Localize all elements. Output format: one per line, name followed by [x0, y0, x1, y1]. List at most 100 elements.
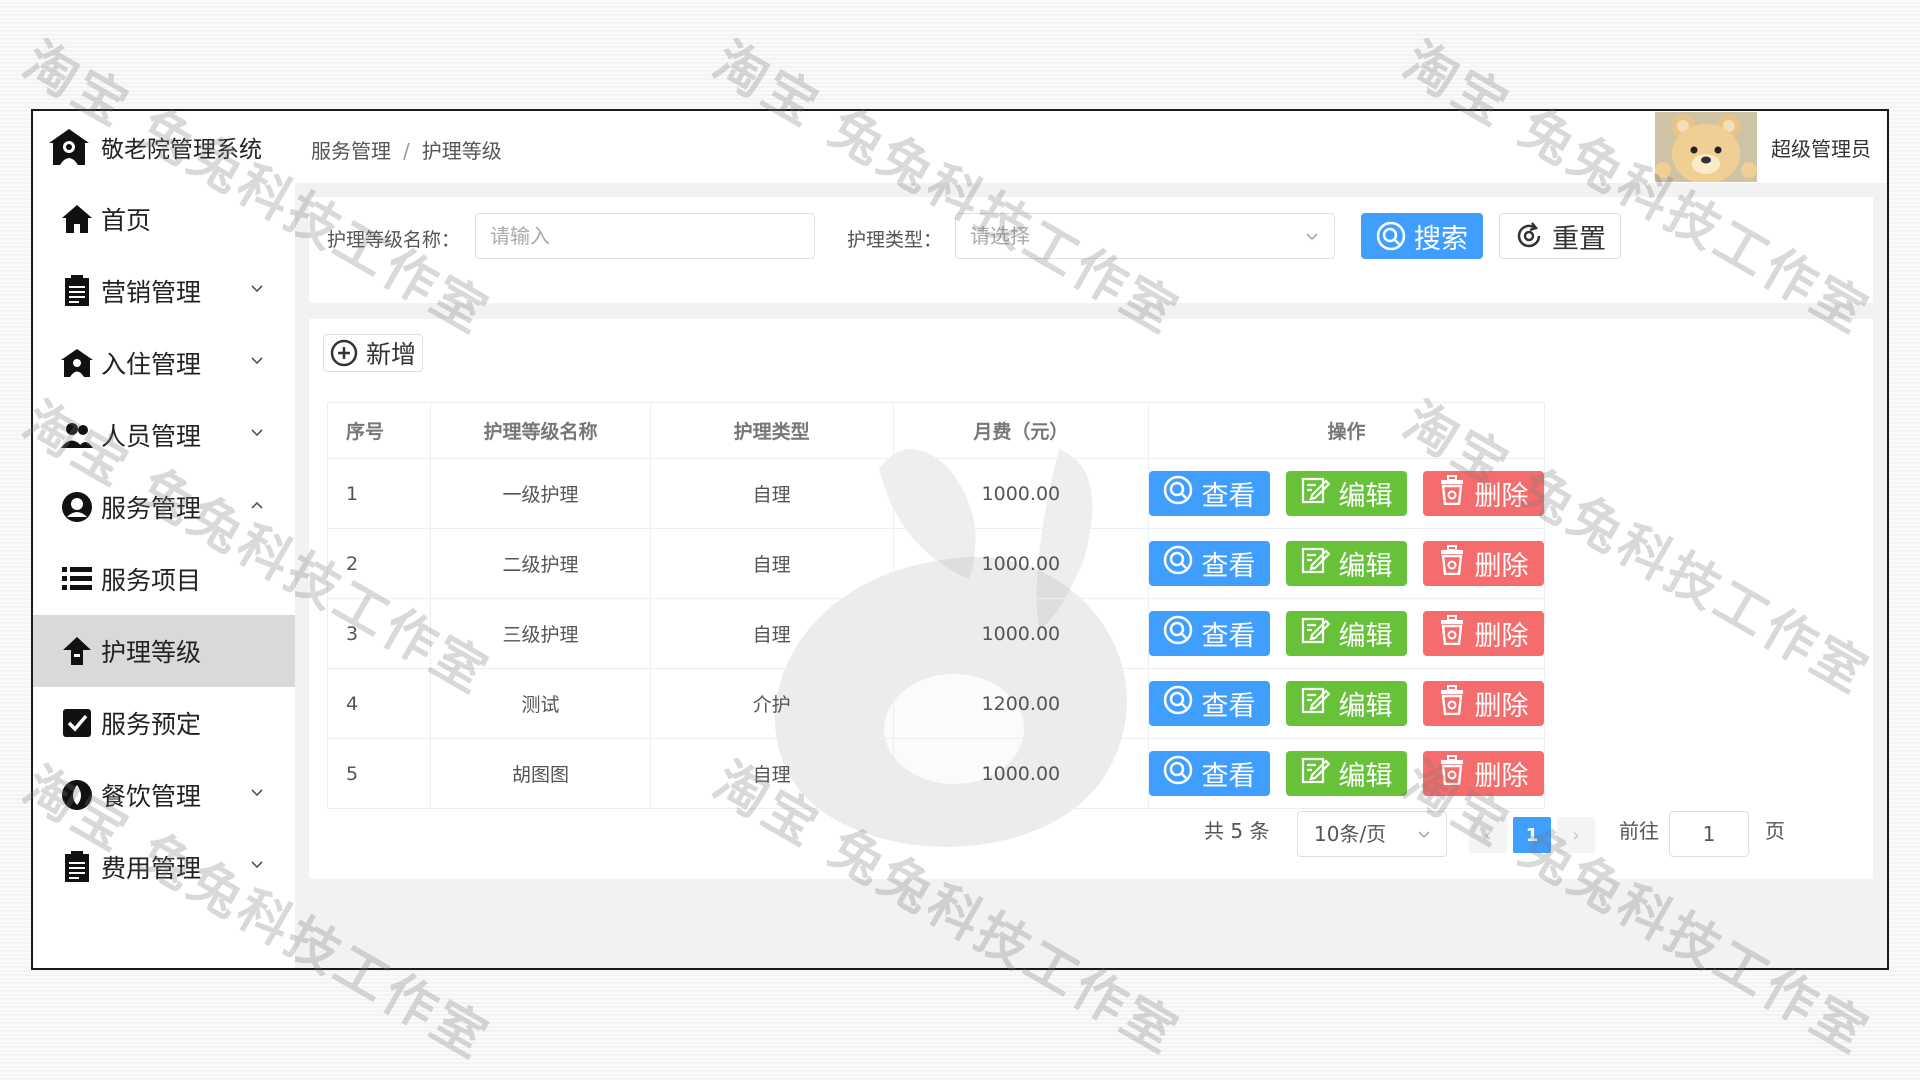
page-size-select[interactable]: 10条/页	[1297, 811, 1447, 857]
sidebar-item-catering[interactable]: 餐饮管理	[33, 759, 295, 831]
cell-care-level-name: 三级护理	[430, 598, 651, 669]
sidebar-item-service[interactable]: 服务管理	[33, 471, 295, 543]
sidebar-item-checkin[interactable]: 入住管理	[33, 327, 295, 399]
sidebar-item-label: 餐饮管理	[101, 782, 202, 811]
app-title: 敬老院管理系统	[101, 137, 262, 163]
care-level-name-input[interactable]: 请输入	[475, 213, 815, 259]
care-level-name-label: 护理等级名称：	[327, 229, 461, 251]
sidebar-item-label: 护理等级	[101, 638, 202, 667]
search-button[interactable]: 搜索	[1361, 213, 1483, 259]
total-count: 共 5 条	[1204, 819, 1270, 843]
sidebar-item-fees[interactable]: 费用管理	[33, 831, 295, 903]
home-icon	[59, 201, 95, 237]
sidebar-item-home[interactable]: 首页	[33, 183, 295, 255]
column-header-type: 护理类型	[650, 402, 894, 459]
care-level-name-placeholder: 请输入	[490, 224, 550, 248]
breadcrumb-item-service[interactable]: 服务管理	[311, 139, 391, 163]
cell-actions: 查看 编辑 删除	[1148, 738, 1546, 809]
page-number-current[interactable]: 1	[1513, 817, 1551, 853]
edit-button[interactable]: 编辑	[1285, 471, 1407, 516]
edit-button[interactable]: 编辑	[1285, 541, 1407, 586]
care-level-table: 序号 护理等级名称 护理类型 月费（元） 操作 1 一级护理 自理 1000.00 查看…	[327, 402, 1546, 809]
breadcrumb-item-current: 护理等级	[421, 139, 502, 163]
goto-page-input[interactable]: 1	[1669, 811, 1749, 857]
reset-button[interactable]: 重置	[1499, 213, 1621, 259]
list-icon	[59, 561, 95, 597]
care-type-label: 护理类型：	[847, 229, 943, 251]
cell-monthly-fee: 1000.00	[893, 738, 1149, 809]
cell-index: 5	[327, 738, 432, 809]
user-menu[interactable]: 超级管理员	[1655, 111, 1871, 183]
sidebar-item-label: 人员管理	[101, 422, 202, 451]
plus-circle-icon	[330, 339, 358, 367]
view-button[interactable]: 查看	[1148, 471, 1270, 516]
clipboard-icon	[59, 273, 95, 309]
prev-page-button[interactable]: ‹	[1469, 817, 1507, 853]
cell-care-type: 自理	[650, 738, 894, 809]
main-area: 服务管理 / 护理等级 超级管理员 护理等级名称： 请输入 护理类型： 请选择 …	[295, 111, 1887, 968]
nursing-home-logo-icon	[47, 127, 91, 167]
delete-button-label: 删除	[1474, 621, 1529, 652]
care-type-select[interactable]: 请选择	[955, 213, 1335, 259]
cell-care-level-name: 胡图图	[430, 738, 651, 809]
cell-care-type: 自理	[650, 528, 894, 599]
edit-icon	[1300, 545, 1338, 582]
sidebar-item-staff[interactable]: 人员管理	[33, 399, 295, 471]
edit-icon	[1300, 685, 1338, 722]
view-button[interactable]: 查看	[1148, 751, 1270, 796]
user-name: 超级管理员	[1771, 136, 1871, 161]
delete-button[interactable]: 删除	[1422, 541, 1544, 586]
cell-monthly-fee: 1000.00	[893, 598, 1149, 669]
brand[interactable]: 敬老院管理系统	[33, 111, 295, 183]
edit-button[interactable]: 编辑	[1285, 751, 1407, 796]
search-panel: 护理等级名称： 请输入 护理类型： 请选择 搜索 重置	[309, 197, 1873, 303]
sidebar-item-label: 首页	[101, 206, 152, 235]
add-button[interactable]: 新增	[323, 334, 423, 372]
delete-button[interactable]: 删除	[1422, 751, 1544, 796]
edit-button[interactable]: 编辑	[1285, 681, 1407, 726]
delete-button[interactable]: 删除	[1422, 471, 1544, 516]
edit-button-label: 编辑	[1338, 691, 1393, 722]
view-button[interactable]: 查看	[1148, 681, 1270, 726]
breadcrumb: 服务管理 / 护理等级	[311, 135, 502, 164]
view-icon	[1163, 475, 1201, 512]
sidebar-item-booking[interactable]: 服务预定	[33, 687, 295, 759]
delete-button[interactable]: 删除	[1422, 611, 1544, 656]
edit-button[interactable]: 编辑	[1285, 611, 1407, 656]
chevron-down-icon	[1306, 233, 1318, 241]
chevron-down-icon	[251, 429, 263, 437]
edit-icon	[1300, 615, 1338, 652]
sidebar-item-care-level[interactable]: 护理等级	[33, 615, 295, 687]
cell-monthly-fee: 1000.00	[893, 458, 1149, 529]
column-header-name: 护理等级名称	[430, 402, 651, 459]
cell-actions: 查看 编辑 删除	[1148, 458, 1546, 529]
edit-button-label: 编辑	[1338, 551, 1393, 582]
building-icon	[59, 345, 95, 381]
cell-care-level-name: 测试	[430, 668, 651, 739]
view-button-label: 查看	[1201, 481, 1256, 512]
next-page-button[interactable]: ›	[1557, 817, 1595, 853]
chevron-down-icon	[251, 285, 263, 293]
delete-button[interactable]: 删除	[1422, 681, 1544, 726]
service-icon	[59, 489, 95, 525]
cell-index: 1	[327, 458, 432, 529]
sidebar-item-marketing[interactable]: 营销管理	[33, 255, 295, 327]
table-row: 3 三级护理 自理 1000.00 查看 编辑 删除	[327, 598, 1546, 669]
avatar[interactable]	[1655, 112, 1757, 182]
view-button[interactable]: 查看	[1148, 541, 1270, 586]
sidebar-item-service-items[interactable]: 服务项目	[33, 543, 295, 615]
sidebar: 敬老院管理系统 首页 营销管理 入住管理 人员管理 服务管理 服务项目 护理等级…	[33, 111, 295, 968]
view-button[interactable]: 查看	[1148, 611, 1270, 656]
cell-index: 4	[327, 668, 432, 739]
sidebar-item-label: 营销管理	[101, 278, 202, 307]
view-button-label: 查看	[1201, 621, 1256, 652]
column-header-fee: 月费（元）	[893, 402, 1149, 459]
teddy-bear-avatar-icon	[1655, 112, 1757, 182]
cell-actions: 查看 编辑 删除	[1148, 528, 1546, 599]
trash-icon	[1438, 755, 1474, 792]
cell-care-type: 自理	[650, 458, 894, 529]
cell-actions: 查看 编辑 删除	[1148, 668, 1546, 739]
chevron-down-icon	[251, 789, 263, 797]
delete-button-label: 删除	[1474, 481, 1529, 512]
cell-index: 2	[327, 528, 432, 599]
